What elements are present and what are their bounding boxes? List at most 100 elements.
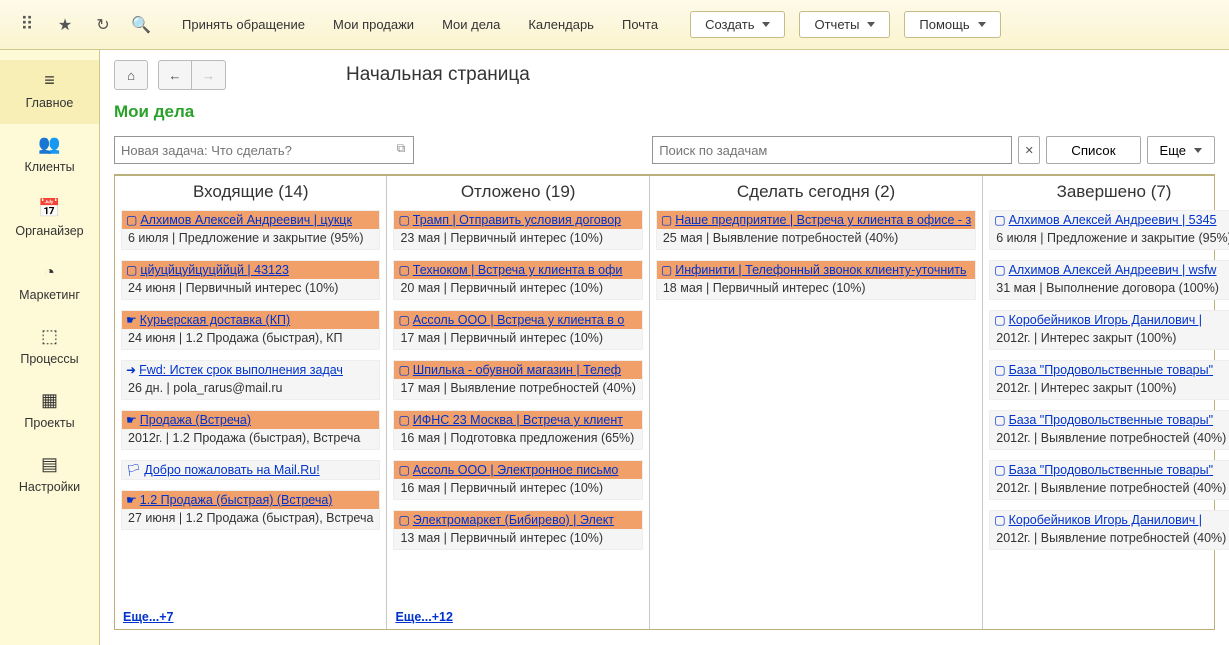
task-card-subtitle: 17 мая | Выявление потребностей (40%): [394, 379, 641, 399]
task-link[interactable]: Шпилька - обувной магазин | Телеф: [413, 363, 621, 377]
task-card[interactable]: ▢Алхимов Алексей Андреевич | wsfw31 мая …: [989, 260, 1229, 300]
task-link[interactable]: База "Продовольственные товары": [1009, 413, 1213, 427]
task-link[interactable]: Добро пожаловать на Mail.Ru!: [144, 463, 319, 477]
sidebar: ≡Главное 👥Клиенты 📅Органайзер ◔Маркетинг…: [0, 50, 100, 645]
task-card-header: ▢Ассоль ООО | Встреча у клиента в о: [394, 311, 641, 329]
task-card[interactable]: ☛Курьерская доставка (КП)24 июня | 1.2 П…: [121, 310, 380, 350]
column-more-link[interactable]: Еще...+7: [121, 607, 380, 627]
create-button[interactable]: Создать: [690, 11, 785, 38]
list-button[interactable]: Список: [1046, 136, 1140, 164]
task-card-header: ▢Ассоль ООО | Электронное письмо: [394, 461, 641, 479]
sidebar-item-projects[interactable]: ▦Проекты: [0, 380, 99, 444]
expand-icon[interactable]: ⧉: [392, 141, 410, 156]
task-link[interactable]: Fwd: Истек срок выполнения задач: [139, 363, 343, 377]
task-link[interactable]: Техноком | Встреча у клиента в офи: [413, 263, 623, 277]
task-card[interactable]: 🏳Добро пожаловать на Mail.Ru!: [121, 460, 380, 480]
task-link[interactable]: База "Продовольственные товары": [1009, 463, 1213, 477]
apps-icon[interactable]: ⠿: [8, 6, 46, 44]
task-link[interactable]: Инфинити | Телефонный звонок клиенту-уто…: [675, 263, 966, 277]
menu-my-sales[interactable]: Мои продажи: [319, 0, 428, 50]
task-link[interactable]: Электромаркет (Бибирево) | Элект: [413, 513, 614, 527]
task-link[interactable]: Алхимов Алексей Андреевич | wsfw: [1009, 263, 1217, 277]
task-card[interactable]: ➜Fwd: Истек срок выполнения задач26 дн. …: [121, 360, 380, 400]
task-type-icon: ▢: [398, 263, 409, 277]
task-card-header: ▢Алхимов Алексей Андреевич | wsfw: [990, 261, 1229, 279]
menu-accept-request[interactable]: Принять обращение: [168, 0, 319, 50]
task-card-header: ▢ИФНС 23 Москва | Встреча у клиент: [394, 411, 641, 429]
help-button-label: Помощь: [919, 17, 969, 32]
sidebar-item-marketing[interactable]: ◔Маркетинг: [0, 252, 99, 316]
sidebar-item-settings[interactable]: ▤Настройки: [0, 444, 99, 508]
task-type-icon: ▢: [126, 263, 137, 277]
task-card-subtitle: 31 мая | Выполнение договора (100%): [990, 279, 1229, 299]
task-card[interactable]: ▢Электромаркет (Бибирево) | Элект13 мая …: [393, 510, 642, 550]
column-more-link[interactable]: Еще...+12: [393, 607, 642, 627]
task-type-icon: ▢: [661, 263, 672, 277]
search-icon[interactable]: 🔍: [122, 6, 160, 44]
task-type-icon: ▢: [994, 363, 1005, 377]
chevron-down-icon: [762, 22, 770, 27]
more-button[interactable]: Еще: [1147, 136, 1215, 164]
task-card[interactable]: ▢Инфинити | Телефонный звонок клиенту-ут…: [656, 260, 976, 300]
task-type-icon: 🏳: [126, 463, 141, 477]
task-card[interactable]: ▢Коробейников Игорь Данилович |2012г. | …: [989, 310, 1229, 350]
task-card[interactable]: ▢База "Продовольственные товары"2012г. |…: [989, 410, 1229, 450]
back-button[interactable]: ←: [158, 60, 192, 90]
task-card[interactable]: ▢Алхимов Алексей Андреевич | 53456 июля …: [989, 210, 1229, 250]
task-link[interactable]: Коробейников Игорь Данилович |: [1009, 513, 1202, 527]
kanban-column: Входящие (14)▢Алхимов Алексей Андреевич …: [115, 176, 387, 629]
task-card[interactable]: ☛1.2 Продажа (быстрая) (Встреча)27 июня …: [121, 490, 380, 530]
task-card[interactable]: ▢База "Продовольственные товары"2012г. |…: [989, 460, 1229, 500]
task-link[interactable]: Наше предприятие | Встреча у клиента в о…: [675, 213, 971, 227]
sidebar-item-main[interactable]: ≡Главное: [0, 60, 99, 124]
task-card[interactable]: ▢Шпилька - обувной магазин | Телеф17 мая…: [393, 360, 642, 400]
star-icon[interactable]: ★: [46, 6, 84, 44]
sidebar-item-label: Процессы: [20, 352, 78, 366]
task-card[interactable]: ☛Продажа (Встреча)2012г. | 1.2 Продажа (…: [121, 410, 380, 450]
menu-my-tasks[interactable]: Мои дела: [428, 0, 514, 50]
task-card-subtitle: 16 мая | Подготовка предложения (65%): [394, 429, 641, 449]
task-card[interactable]: ▢База "Продовольственные товары"2012г. |…: [989, 360, 1229, 400]
task-link[interactable]: Алхимов Алексей Андреевич | цукцк: [140, 213, 352, 227]
task-link[interactable]: Ассоль ООО | Электронное письмо: [413, 463, 619, 477]
new-task-input[interactable]: [114, 136, 414, 164]
task-card[interactable]: ▢Трамп | Отправить условия договор23 мая…: [393, 210, 642, 250]
task-link[interactable]: Коробейников Игорь Данилович |: [1009, 313, 1202, 327]
task-card[interactable]: ▢Ассоль ООО | Электронное письмо16 мая |…: [393, 460, 642, 500]
history-icon[interactable]: ↻: [84, 6, 122, 44]
task-card[interactable]: ▢Алхимов Алексей Андреевич | цукцк6 июля…: [121, 210, 380, 250]
task-link[interactable]: Ассоль ООО | Встреча у клиента в о: [413, 313, 625, 327]
sidebar-item-processes[interactable]: ⬚Процессы: [0, 316, 99, 380]
task-link[interactable]: Трамп | Отправить условия договор: [413, 213, 621, 227]
task-card[interactable]: ▢ИФНС 23 Москва | Встреча у клиент16 мая…: [393, 410, 642, 450]
task-link[interactable]: Продажа (Встреча): [140, 413, 251, 427]
task-card-subtitle: 24 июня | 1.2 Продажа (быстрая), КП: [122, 329, 379, 349]
task-card-header: ☛Курьерская доставка (КП): [122, 311, 379, 329]
sidebar-item-clients[interactable]: 👥Клиенты: [0, 124, 99, 188]
forward-button[interactable]: →: [192, 60, 226, 90]
clear-search-button[interactable]: ✕: [1018, 136, 1040, 164]
sidebar-item-organizer[interactable]: 📅Органайзер: [0, 188, 99, 252]
task-link[interactable]: Курьерская доставка (КП): [140, 313, 290, 327]
reports-button[interactable]: Отчеты: [799, 11, 890, 38]
task-card[interactable]: ▢Коробейников Игорь Данилович |2012г. | …: [989, 510, 1229, 550]
task-card[interactable]: ▢цйуцйцуйцуцййцй | 4312324 июня | Первич…: [121, 260, 380, 300]
menu-mail[interactable]: Почта: [608, 0, 672, 50]
search-tasks-input[interactable]: [652, 136, 1012, 164]
task-link[interactable]: цйуцйцуйцуцййцй | 43123: [140, 263, 289, 277]
task-card[interactable]: ▢Техноком | Встреча у клиента в офи20 ма…: [393, 260, 642, 300]
help-button[interactable]: Помощь: [904, 11, 1000, 38]
task-type-icon: ☛: [126, 313, 137, 327]
task-type-icon: ▢: [398, 513, 409, 527]
task-card[interactable]: ▢Ассоль ООО | Встреча у клиента в о17 ма…: [393, 310, 642, 350]
task-link[interactable]: База "Продовольственные товары": [1009, 363, 1213, 377]
task-link[interactable]: 1.2 Продажа (быстрая) (Встреча): [140, 493, 333, 507]
home-button[interactable]: ⌂: [114, 60, 148, 90]
task-card[interactable]: ▢Наше предприятие | Встреча у клиента в …: [656, 210, 976, 250]
menu-calendar[interactable]: Календарь: [514, 0, 608, 50]
chevron-down-icon: [1194, 148, 1202, 153]
task-link[interactable]: Алхимов Алексей Андреевич | 5345: [1009, 213, 1217, 227]
task-link[interactable]: ИФНС 23 Москва | Встреча у клиент: [413, 413, 623, 427]
sidebar-item-label: Органайзер: [15, 224, 83, 238]
people-icon: 👥: [0, 134, 99, 155]
